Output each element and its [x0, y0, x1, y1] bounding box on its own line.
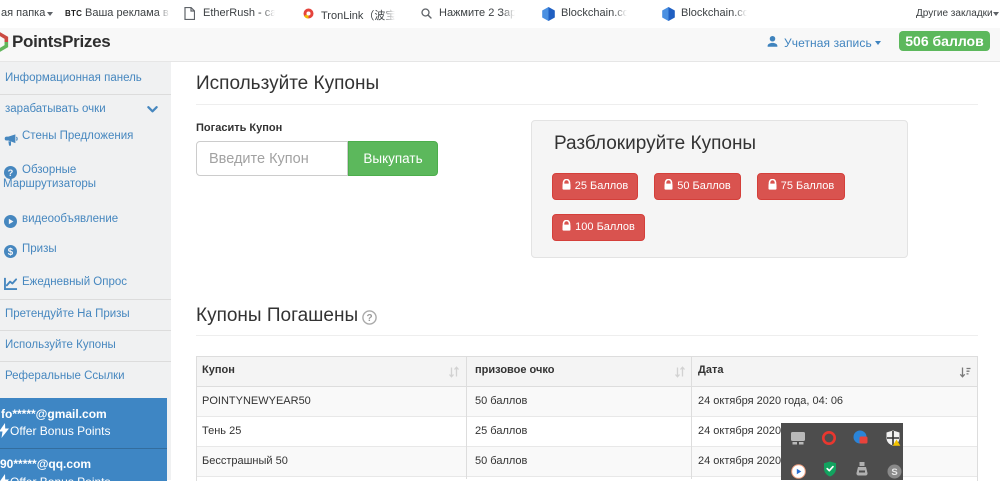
svg-text:$: $ [8, 247, 14, 258]
svg-text:S: S [891, 467, 897, 478]
svg-text:?: ? [366, 313, 372, 324]
svg-text:?: ? [8, 168, 14, 178]
